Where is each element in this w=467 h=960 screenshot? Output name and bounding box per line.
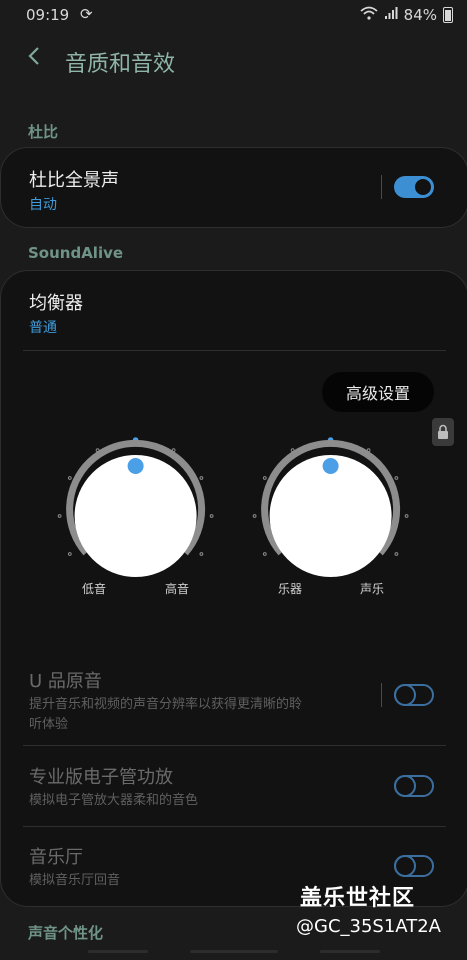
advanced-settings-button[interactable]: 高级设置 <box>322 372 434 412</box>
dolby-subtitle: 自动 <box>29 197 57 213</box>
treble-label: 高音 <box>165 582 190 596</box>
divider <box>23 745 446 746</box>
nav-bar-hint <box>88 950 148 953</box>
setting-desc: 听体验 <box>29 717 69 732</box>
status-right: 84% <box>360 6 453 24</box>
watermark-brand: 盖乐世社区 <box>300 886 416 911</box>
watermark-handle: @GC_35S1AT2A <box>296 916 441 937</box>
page-title: 音质和音效 <box>65 52 176 77</box>
setting-desc: 模拟电子管放大器柔和的音色 <box>29 793 199 808</box>
nav-bar-hint <box>320 950 380 953</box>
toggle-knob <box>394 775 416 797</box>
knob-indicator <box>127 458 144 474</box>
toggle-knob <box>394 855 416 877</box>
bass-treble-knob[interactable] <box>55 432 225 592</box>
lock-button[interactable] <box>432 418 454 446</box>
equalizer-title[interactable]: 均衡器 <box>29 289 83 315</box>
status-time: 09:19 <box>26 6 70 24</box>
setting-row-uhq[interactable]: U 品原音 提升音乐和视频的声音分辨率以获得更清晰的聆 听体验 <box>1 653 467 743</box>
uhq-toggle[interactable] <box>394 684 434 706</box>
section-personal: 声音个性化 <box>28 924 104 942</box>
divider <box>381 683 382 707</box>
battery-percent: 84% <box>403 6 437 24</box>
dolby-toggle[interactable] <box>394 176 434 198</box>
section-dolby: 杜比 <box>28 123 59 141</box>
setting-row-tube-amp[interactable]: 专业版电子管功放 模拟电子管放大器柔和的音色 <box>1 749 467 825</box>
divider <box>23 350 446 351</box>
equalizer-subtitle: 普通 <box>29 320 57 336</box>
chevron-left-icon <box>28 47 39 65</box>
bass-label: 低音 <box>82 582 107 596</box>
toggle-knob <box>394 684 416 706</box>
setting-title: 音乐厅 <box>29 847 83 868</box>
divider <box>23 826 446 827</box>
tube-amp-toggle[interactable] <box>394 775 434 797</box>
concert-hall-toggle[interactable] <box>394 855 434 877</box>
toggle-knob <box>413 177 433 197</box>
signal-icon <box>384 6 398 24</box>
section-soundalive: SoundAlive <box>28 244 124 262</box>
dolby-card[interactable]: 杜比全景声 自动 <box>0 147 467 228</box>
lock-icon <box>438 424 448 439</box>
sync-icon: ⟳ <box>80 5 93 23</box>
wifi-icon <box>360 6 378 24</box>
vocal-label: 声乐 <box>360 582 385 596</box>
knob-indicator <box>322 458 339 474</box>
battery-icon <box>443 7 453 23</box>
instrument-label: 乐器 <box>278 582 303 596</box>
setting-title: U 品原音 <box>29 671 102 692</box>
nav-bar-hint <box>190 950 278 953</box>
divider <box>381 175 382 199</box>
setting-title: 专业版电子管功放 <box>29 767 173 788</box>
setting-desc: 提升音乐和视频的声音分辨率以获得更清晰的聆 <box>29 697 303 712</box>
dolby-title: 杜比全景声 <box>29 170 119 191</box>
setting-desc: 模拟音乐厅回音 <box>29 873 121 888</box>
instrument-vocal-knob[interactable] <box>250 432 420 592</box>
back-button[interactable] <box>26 44 42 74</box>
